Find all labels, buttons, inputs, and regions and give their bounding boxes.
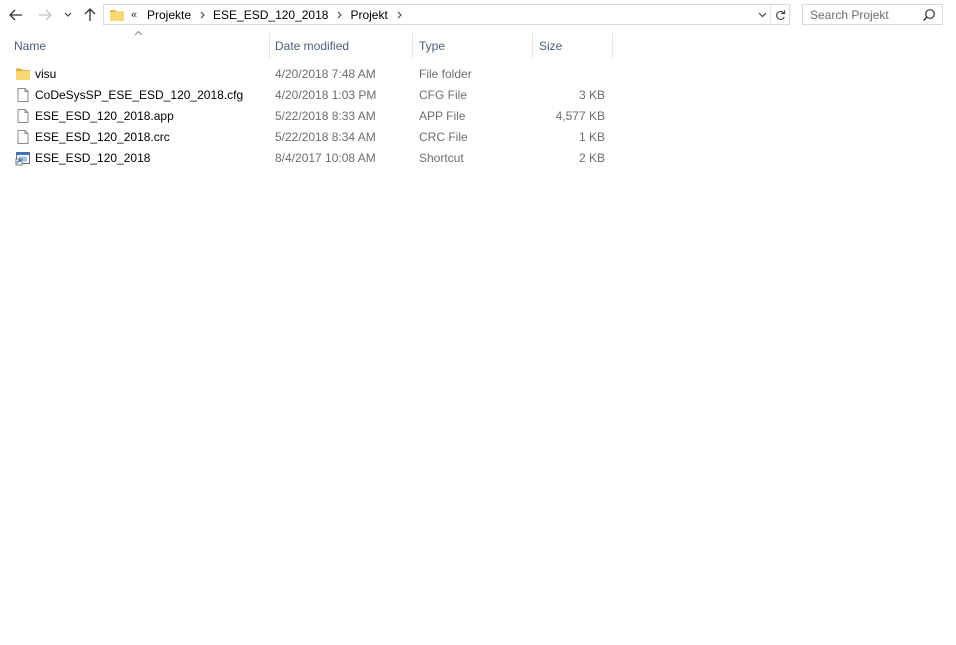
breadcrumb-chevron-icon[interactable] [397, 11, 402, 19]
column-divider[interactable] [612, 33, 613, 59]
file-date: 4/20/2018 7:48 AM [275, 67, 376, 81]
recent-locations-button[interactable] [60, 6, 76, 24]
refresh-button[interactable] [770, 5, 789, 24]
file-type: Shortcut [419, 151, 464, 165]
breadcrumb-ese-esd[interactable]: ESE_ESD_120_2018 [213, 8, 328, 22]
file-name: CoDeSysSP_ESE_ESD_120_2018.cfg [35, 88, 244, 102]
search-box[interactable] [802, 4, 943, 25]
search-input[interactable] [810, 7, 922, 22]
folder-icon [16, 68, 30, 80]
file-name: ESE_ESD_120_2018 [35, 151, 151, 165]
breadcrumb-label: ESE_ESD_120_2018 [213, 7, 329, 22]
file-name: ESE_ESD_120_2018.crc [35, 130, 170, 144]
forward-button[interactable] [36, 6, 54, 24]
file-size: 2 KB [578, 151, 605, 165]
file-type: File folder [419, 67, 472, 81]
file-size: 3 KB [578, 88, 605, 102]
file-date: 5/22/2018 8:33 AM [275, 109, 376, 123]
file-date: 4/20/2018 1:03 PM [275, 88, 377, 102]
toolbar: « Projekte ESE_ESD_120_2018 Projekt [0, 0, 956, 30]
breadcrumb-chevron-icon[interactable] [200, 11, 205, 19]
breadcrumb-projekte[interactable]: Projekte [147, 8, 191, 22]
file-date: 8/4/2017 10:08 AM [275, 151, 376, 165]
breadcrumb-label: Projekt [350, 7, 388, 22]
file-icon [17, 88, 29, 102]
up-button[interactable] [81, 6, 99, 24]
file-name: visu [35, 67, 57, 81]
file-row-app[interactable]: ESE_ESD_120_2018.app 5/22/2018 8:33 AM A… [10, 106, 613, 127]
file-name: ESE_ESD_120_2018.app [35, 109, 174, 123]
column-header-label: Type [419, 39, 446, 53]
file-row-cfg[interactable]: CoDeSysSP_ESE_ESD_120_2018.cfg 4/20/2018… [10, 85, 613, 106]
refresh-icon [775, 9, 785, 20]
column-header-label: Name [14, 39, 47, 53]
address-overflow-button[interactable]: « [131, 9, 143, 21]
file-size [539, 64, 605, 85]
breadcrumb-chevron-icon[interactable] [337, 11, 343, 19]
file-size: 1 KB [578, 130, 605, 144]
file-row-crc[interactable]: ESE_ESD_120_2018.crc 5/22/2018 8:34 AM C… [10, 127, 613, 148]
arrow-up-icon [84, 8, 96, 21]
column-header-size[interactable]: Size [533, 33, 612, 59]
column-header-date[interactable]: Date modified [269, 33, 412, 59]
column-header-label: Date modified [275, 39, 350, 53]
folder-icon [109, 7, 125, 23]
file-type: CFG File [419, 88, 467, 102]
sort-ascending-icon [134, 30, 143, 36]
file-icon [17, 130, 29, 144]
breadcrumb-label: Projekte [147, 7, 192, 22]
breadcrumb-projekt[interactable]: Projekt [350, 8, 387, 22]
file-row-shortcut[interactable]: ESE_ESD_120_2018 8/4/2017 10:08 AM Short… [10, 148, 613, 169]
column-header-label: Size [539, 39, 563, 53]
file-type: CRC File [419, 130, 468, 144]
address-bar[interactable]: « Projekte ESE_ESD_120_2018 Projekt [103, 4, 790, 25]
shortcut-icon [15, 152, 30, 166]
file-size: 4,577 KB [555, 109, 605, 123]
chevron-down-icon [64, 12, 72, 17]
arrow-left-icon [9, 9, 22, 21]
file-type: APP File [419, 109, 466, 123]
file-row-visu[interactable]: visu 4/20/2018 7:48 AM File folder [10, 64, 613, 85]
column-header-type[interactable]: Type [413, 33, 532, 59]
file-icon [17, 109, 29, 123]
back-button[interactable] [7, 6, 25, 24]
file-date: 5/22/2018 8:34 AM [275, 130, 376, 144]
column-header-row: Name Date modified Type Size [0, 33, 956, 59]
address-dropdown-button[interactable] [754, 5, 770, 24]
search-icon[interactable] [922, 8, 936, 22]
chevron-down-icon [758, 12, 766, 17]
arrow-right-icon [39, 9, 52, 21]
column-header-name[interactable]: Name [8, 33, 269, 59]
